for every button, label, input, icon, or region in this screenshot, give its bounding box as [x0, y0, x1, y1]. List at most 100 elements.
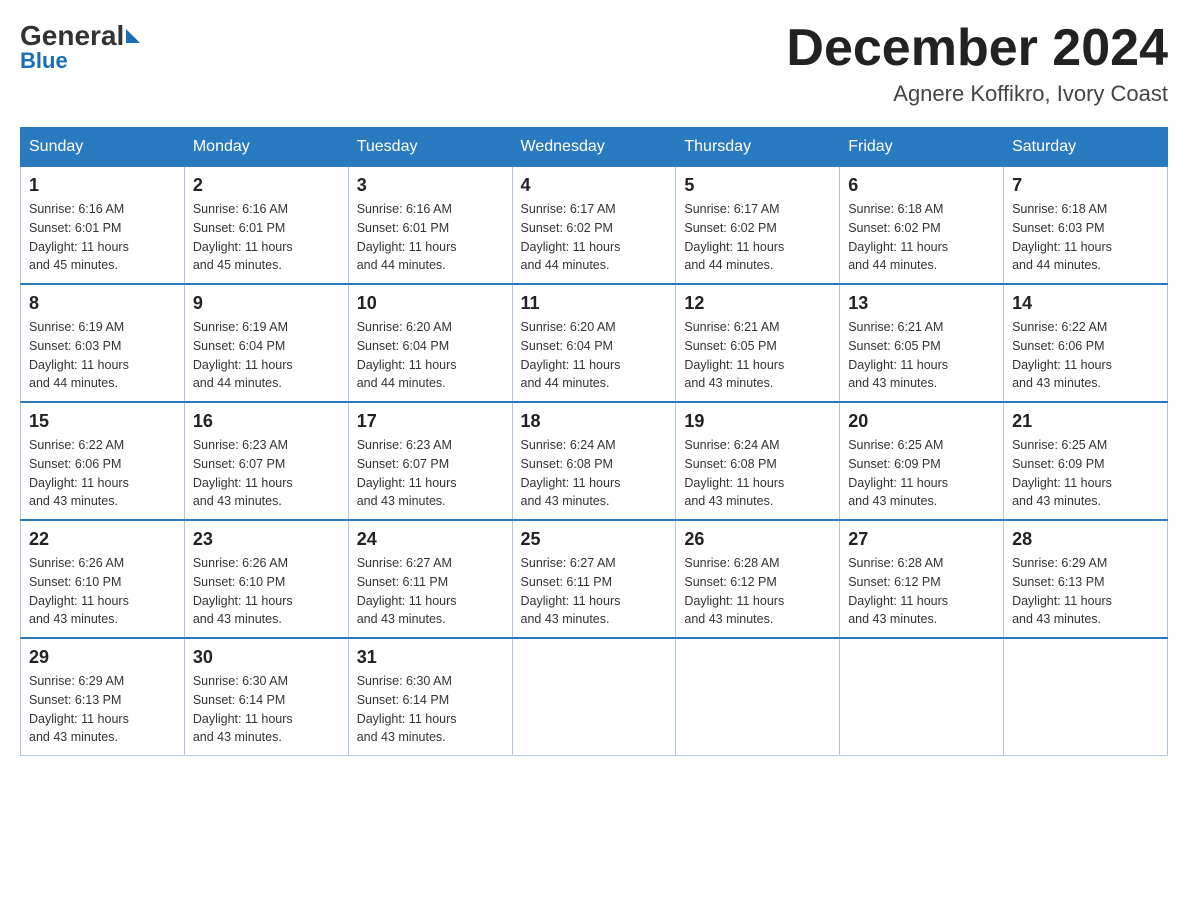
- day-number: 17: [357, 411, 504, 432]
- calendar-cell: 3 Sunrise: 6:16 AMSunset: 6:01 PMDaylight…: [348, 167, 512, 285]
- logo-blue-text: Blue: [20, 48, 68, 74]
- day-info: Sunrise: 6:29 AMSunset: 6:13 PMDaylight:…: [1012, 554, 1159, 629]
- day-info: Sunrise: 6:27 AMSunset: 6:11 PMDaylight:…: [521, 554, 668, 629]
- day-info: Sunrise: 6:17 AMSunset: 6:02 PMDaylight:…: [521, 200, 668, 275]
- day-number: 14: [1012, 293, 1159, 314]
- calendar-location: Agnere Koffikro, Ivory Coast: [786, 81, 1168, 107]
- calendar-week-row: 8 Sunrise: 6:19 AMSunset: 6:03 PMDaylight…: [21, 284, 1168, 402]
- calendar-week-row: 15 Sunrise: 6:22 AMSunset: 6:06 PMDayligh…: [21, 402, 1168, 520]
- day-info: Sunrise: 6:19 AMSunset: 6:04 PMDaylight:…: [193, 318, 340, 393]
- day-info: Sunrise: 6:28 AMSunset: 6:12 PMDaylight:…: [848, 554, 995, 629]
- calendar-table: SundayMondayTuesdayWednesdayThursdayFrid…: [20, 127, 1168, 756]
- day-number: 30: [193, 647, 340, 668]
- calendar-title: December 2024: [786, 20, 1168, 77]
- day-number: 27: [848, 529, 995, 550]
- day-number: 20: [848, 411, 995, 432]
- day-info: Sunrise: 6:24 AMSunset: 6:08 PMDaylight:…: [684, 436, 831, 511]
- calendar-cell: 21Sunrise: 6:25 AMSunset: 6:09 PMDayligh…: [1004, 402, 1168, 520]
- calendar-cell: 27 Sunrise: 6:28 AMSunset: 6:12 PMDayligh…: [840, 520, 1004, 638]
- day-number: 12: [684, 293, 831, 314]
- calendar-cell: 26Sunrise: 6:28 AMSunset: 6:12 PMDayligh…: [676, 520, 840, 638]
- day-info: Sunrise: 6:25 AMSunset: 6:09 PMDaylight:…: [848, 436, 995, 511]
- calendar-cell: 5 Sunrise: 6:17 AMSunset: 6:02 PMDaylight…: [676, 167, 840, 285]
- calendar-cell: 16Sunrise: 6:23 AMSunset: 6:07 PMDayligh…: [184, 402, 348, 520]
- day-info: Sunrise: 6:21 AMSunset: 6:05 PMDaylight:…: [684, 318, 831, 393]
- weekday-header-wednesday: Wednesday: [512, 128, 676, 167]
- day-number: 19: [684, 411, 831, 432]
- calendar-cell: [1004, 638, 1168, 756]
- day-number: 23: [193, 529, 340, 550]
- day-info: Sunrise: 6:18 AMSunset: 6:02 PMDaylight:…: [848, 200, 995, 275]
- calendar-cell: 7Sunrise: 6:18 AMSunset: 6:03 PMDaylight…: [1004, 167, 1168, 285]
- calendar-cell: 11 Sunrise: 6:20 AMSunset: 6:04 PMDayligh…: [512, 284, 676, 402]
- calendar-cell: 28 Sunrise: 6:29 AMSunset: 6:13 PMDayligh…: [1004, 520, 1168, 638]
- day-number: 29: [29, 647, 176, 668]
- day-info: Sunrise: 6:19 AMSunset: 6:03 PMDaylight:…: [29, 318, 176, 393]
- calendar-cell: 15 Sunrise: 6:22 AMSunset: 6:06 PMDayligh…: [21, 402, 185, 520]
- calendar-cell: [676, 638, 840, 756]
- day-info: Sunrise: 6:26 AMSunset: 6:10 PMDaylight:…: [29, 554, 176, 629]
- day-info: Sunrise: 6:30 AMSunset: 6:14 PMDaylight:…: [357, 672, 504, 747]
- day-number: 4: [521, 175, 668, 196]
- calendar-week-row: 1Sunrise: 6:16 AMSunset: 6:01 PMDaylight…: [21, 167, 1168, 285]
- page-header: General Blue December 2024 Agnere Koffik…: [20, 20, 1168, 107]
- weekday-header-thursday: Thursday: [676, 128, 840, 167]
- calendar-cell: 25 Sunrise: 6:27 AMSunset: 6:11 PMDayligh…: [512, 520, 676, 638]
- weekday-header-sunday: Sunday: [21, 128, 185, 167]
- day-number: 16: [193, 411, 340, 432]
- day-number: 28: [1012, 529, 1159, 550]
- day-info: Sunrise: 6:24 AMSunset: 6:08 PMDaylight:…: [521, 436, 668, 511]
- calendar-cell: 13 Sunrise: 6:21 AMSunset: 6:05 PMDayligh…: [840, 284, 1004, 402]
- day-number: 13: [848, 293, 995, 314]
- calendar-cell: 24 Sunrise: 6:27 AMSunset: 6:11 PMDayligh…: [348, 520, 512, 638]
- day-number: 24: [357, 529, 504, 550]
- day-info: Sunrise: 6:27 AMSunset: 6:11 PMDaylight:…: [357, 554, 504, 629]
- calendar-cell: 1Sunrise: 6:16 AMSunset: 6:01 PMDaylight…: [21, 167, 185, 285]
- day-number: 11: [521, 293, 668, 314]
- logo: General Blue: [20, 20, 142, 74]
- calendar-cell: 31Sunrise: 6:30 AMSunset: 6:14 PMDayligh…: [348, 638, 512, 756]
- day-info: Sunrise: 6:23 AMSunset: 6:07 PMDaylight:…: [357, 436, 504, 511]
- calendar-cell: 19 Sunrise: 6:24 AMSunset: 6:08 PMDayligh…: [676, 402, 840, 520]
- calendar-cell: 23 Sunrise: 6:26 AMSunset: 6:10 PMDayligh…: [184, 520, 348, 638]
- day-number: 3: [357, 175, 504, 196]
- calendar-cell: 20 Sunrise: 6:25 AMSunset: 6:09 PMDayligh…: [840, 402, 1004, 520]
- calendar-cell: 9Sunrise: 6:19 AMSunset: 6:04 PMDaylight…: [184, 284, 348, 402]
- day-info: Sunrise: 6:30 AMSunset: 6:14 PMDaylight:…: [193, 672, 340, 747]
- weekday-header-tuesday: Tuesday: [348, 128, 512, 167]
- day-number: 15: [29, 411, 176, 432]
- logo-arrow-icon: [126, 29, 140, 43]
- day-number: 8: [29, 293, 176, 314]
- day-info: Sunrise: 6:18 AMSunset: 6:03 PMDaylight:…: [1012, 200, 1159, 275]
- calendar-cell: [840, 638, 1004, 756]
- calendar-cell: 30 Sunrise: 6:30 AMSunset: 6:14 PMDayligh…: [184, 638, 348, 756]
- weekday-header-row: SundayMondayTuesdayWednesdayThursdayFrid…: [21, 128, 1168, 167]
- day-info: Sunrise: 6:16 AMSunset: 6:01 PMDaylight:…: [357, 200, 504, 275]
- calendar-cell: 8 Sunrise: 6:19 AMSunset: 6:03 PMDaylight…: [21, 284, 185, 402]
- calendar-cell: 22 Sunrise: 6:26 AMSunset: 6:10 PMDayligh…: [21, 520, 185, 638]
- weekday-header-monday: Monday: [184, 128, 348, 167]
- day-number: 22: [29, 529, 176, 550]
- day-info: Sunrise: 6:20 AMSunset: 6:04 PMDaylight:…: [521, 318, 668, 393]
- weekday-header-friday: Friday: [840, 128, 1004, 167]
- day-info: Sunrise: 6:21 AMSunset: 6:05 PMDaylight:…: [848, 318, 995, 393]
- calendar-cell: 6 Sunrise: 6:18 AMSunset: 6:02 PMDaylight…: [840, 167, 1004, 285]
- day-info: Sunrise: 6:26 AMSunset: 6:10 PMDaylight:…: [193, 554, 340, 629]
- day-number: 6: [848, 175, 995, 196]
- day-number: 25: [521, 529, 668, 550]
- day-number: 18: [521, 411, 668, 432]
- day-number: 2: [193, 175, 340, 196]
- day-info: Sunrise: 6:20 AMSunset: 6:04 PMDaylight:…: [357, 318, 504, 393]
- day-info: Sunrise: 6:29 AMSunset: 6:13 PMDaylight:…: [29, 672, 176, 747]
- day-info: Sunrise: 6:22 AMSunset: 6:06 PMDaylight:…: [29, 436, 176, 511]
- calendar-cell: 2Sunrise: 6:16 AMSunset: 6:01 PMDaylight…: [184, 167, 348, 285]
- calendar-cell: 4 Sunrise: 6:17 AMSunset: 6:02 PMDaylight…: [512, 167, 676, 285]
- calendar-week-row: 29 Sunrise: 6:29 AMSunset: 6:13 PMDayligh…: [21, 638, 1168, 756]
- calendar-cell: 12 Sunrise: 6:21 AMSunset: 6:05 PMDayligh…: [676, 284, 840, 402]
- day-number: 10: [357, 293, 504, 314]
- weekday-header-saturday: Saturday: [1004, 128, 1168, 167]
- calendar-cell: [512, 638, 676, 756]
- day-info: Sunrise: 6:17 AMSunset: 6:02 PMDaylight:…: [684, 200, 831, 275]
- day-number: 21: [1012, 411, 1159, 432]
- day-number: 5: [684, 175, 831, 196]
